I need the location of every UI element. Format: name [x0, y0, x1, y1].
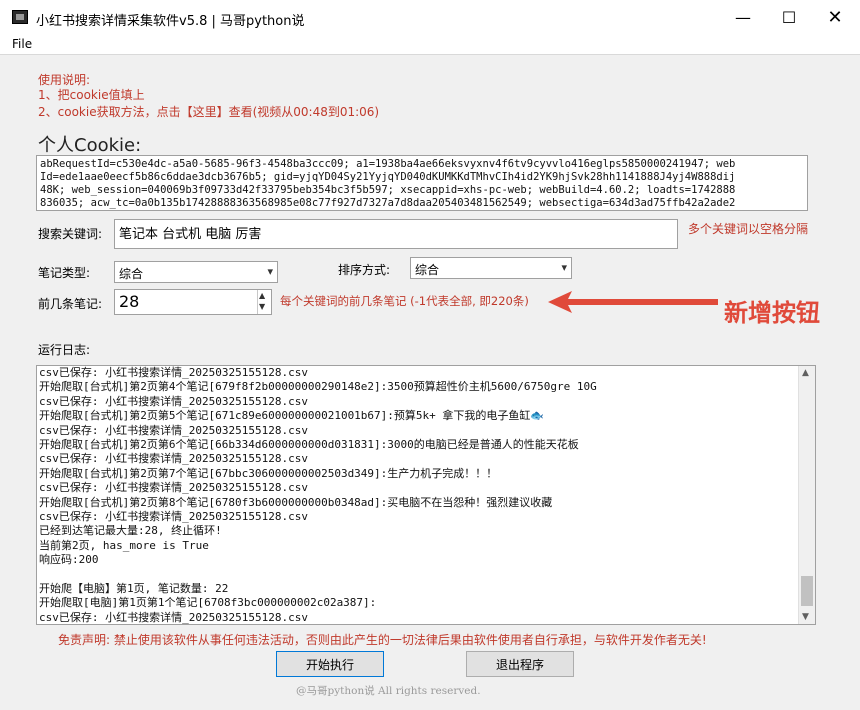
log-line: csv已保存: 小红书搜索详情_20250325155128.csv	[39, 423, 308, 437]
log-lines: csv已保存: 小红书搜索详情_20250325155128.csv 开始爬取[台…	[37, 366, 797, 624]
log-line: csv已保存: 小红书搜索详情_20250325155128.csv	[39, 610, 308, 624]
scroll-down-icon[interactable]: ▼	[802, 612, 809, 622]
usage-step-1: 1、把cookie值填上	[38, 88, 145, 102]
chevron-down-icon: ▾	[267, 265, 273, 278]
red-arrow-icon	[548, 291, 718, 313]
log-line: csv已保存: 小红书搜索详情_20250325155128.csv	[39, 366, 308, 379]
keyword-hint: 多个关键词以空格分隔	[688, 222, 809, 236]
scrollbar-thumb[interactable]	[801, 576, 813, 606]
copyright: @马哥python说 All rights reserved.	[296, 685, 481, 697]
note-type-value: 综合	[119, 267, 144, 281]
top-n-label: 前几条笔记:	[38, 297, 103, 311]
menu-bar: File	[0, 34, 860, 54]
spin-down-icon[interactable]: ▼	[259, 302, 265, 312]
top-n-hint: 每个关键词的前几条笔记 (-1代表全部, 即220条)	[280, 294, 529, 308]
log-textarea[interactable]: csv已保存: 小红书搜索详情_20250325155128.csv 开始爬取[台…	[36, 365, 816, 625]
minimize-button[interactable]: —	[720, 0, 766, 34]
title-bar: 小红书搜索详情采集软件v5.8 | 马哥python说 — ☐ ✕	[0, 0, 860, 34]
main-panel: 使用说明: 1、把cookie值填上 2、cookie获取方法，点击【这里】查看…	[0, 54, 860, 710]
sort-value: 综合	[415, 263, 440, 277]
sort-label: 排序方式:	[338, 263, 391, 277]
cookie-textarea[interactable]: abRequestId=c530e4dc-a5a0-5685-96f3-4548…	[36, 155, 808, 211]
note-type-label: 笔记类型:	[38, 266, 91, 280]
sort-select[interactable]: 综合 ▾	[410, 257, 572, 279]
log-line: 开始爬取[台式机]第2页第6个笔记[66b334d6000000000d0318…	[39, 437, 579, 451]
exit-button[interactable]: 退出程序	[466, 651, 574, 677]
log-line: 开始爬取[台式机]第2页第5个笔记[671c89e600000000021001…	[39, 409, 545, 423]
close-button[interactable]: ✕	[812, 0, 858, 34]
log-scrollbar[interactable]: ▲ ▼	[798, 366, 815, 624]
log-label: 运行日志:	[38, 343, 91, 357]
log-line: csv已保存: 小红书搜索详情_20250325155128.csv	[39, 509, 308, 523]
top-n-spinbox[interactable]: 28 ▲ ▼	[114, 289, 272, 315]
usage-step-2-link[interactable]: 2、cookie获取方法，点击【这里】查看(视频从00:48到01:06)	[38, 103, 379, 120]
log-line: csv已保存: 小红书搜索详情_20250325155128.csv	[39, 394, 308, 408]
log-line: csv已保存: 小红书搜索详情_20250325155128.csv	[39, 452, 308, 466]
log-line: 开始爬取[台式机]第2页第7个笔记[67bbc306000000002503d3…	[39, 466, 498, 480]
keyword-label: 搜索关键词:	[38, 227, 103, 241]
log-line: 当前第2页, has_more is True	[39, 538, 209, 552]
log-line: 开始爬取[台式机]第2页第4个笔记[679f8f2b00000000290148…	[39, 380, 597, 394]
note-type-select[interactable]: 综合 ▾	[114, 261, 278, 283]
spin-buttons: ▲ ▼	[257, 290, 271, 314]
scroll-up-icon[interactable]: ▲	[802, 368, 809, 378]
log-line: 开始爬取[电脑]第1页第1个笔记[6708f3bc000000002c02a38…	[39, 596, 377, 610]
log-line: 响应码:200	[39, 553, 99, 567]
cookie-label: 个人Cookie:	[38, 135, 142, 156]
log-line: 开始爬取[台式机]第2页第8个笔记[6780f3b6000000000b0348…	[39, 495, 553, 509]
new-button-annotation: 新增按钮	[724, 299, 820, 327]
app-icon	[12, 10, 28, 24]
menu-file[interactable]: File	[12, 37, 32, 51]
chevron-down-icon: ▾	[561, 261, 567, 274]
log-line: 开始爬【电脑】第1页, 笔记数量: 22	[39, 581, 229, 595]
keyword-input[interactable]: 笔记本 台式机 电脑 厉害	[114, 219, 678, 249]
start-button[interactable]: 开始执行	[276, 651, 384, 677]
log-line: 已经到达笔记最大量:28, 终止循环!	[39, 524, 222, 538]
top-n-value: 28	[119, 292, 140, 311]
window-title: 小红书搜索详情采集软件v5.8 | 马哥python说	[36, 14, 305, 29]
spin-up-icon[interactable]: ▲	[259, 291, 265, 301]
maximize-button[interactable]: ☐	[766, 0, 812, 34]
disclaimer: 免责声明: 禁止使用该软件从事任何违法活动，否则由此产生的一切法律后果由软件使用…	[58, 633, 707, 647]
log-line: csv已保存: 小红书搜索详情_20250325155128.csv	[39, 481, 308, 495]
